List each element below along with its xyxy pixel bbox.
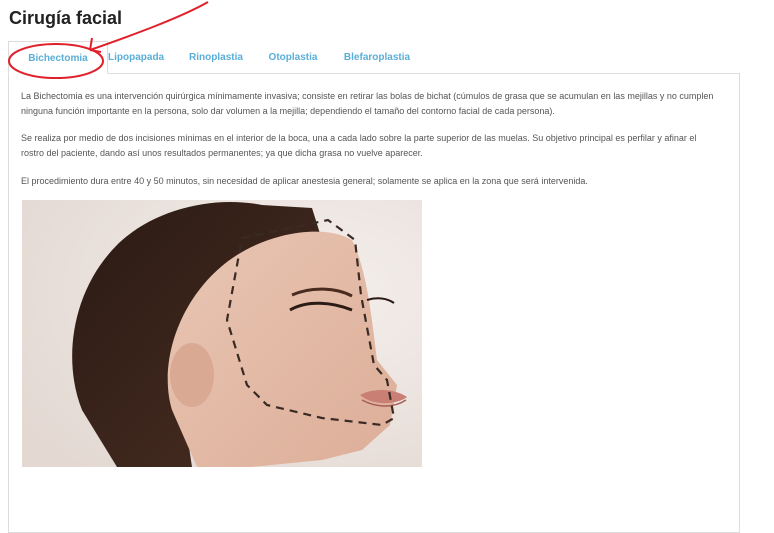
tab-blefaroplastia[interactable]: Blefaroplastia (342, 41, 412, 74)
paragraph-procedure: Se realiza por medio de dos incisiones m… (21, 133, 697, 158)
tab-lipopapada[interactable]: Lipopapada (108, 41, 164, 74)
paragraph-intro: La Bichectomia es una intervención quirú… (21, 91, 714, 116)
tab-rinoplastia[interactable]: Rinoplastia (186, 41, 246, 74)
tab-bar: Bichectomia Lipopapada Rinoplastia Otopl… (8, 41, 740, 74)
page-title: Cirugía facial (9, 8, 123, 28)
tab-bichectomia[interactable]: Bichectomia (8, 41, 108, 74)
tab-otoplastia[interactable]: Otoplastia (266, 41, 320, 74)
face-contour-photo (22, 200, 422, 467)
paragraph-duration: El procedimiento dura entre 40 y 50 minu… (21, 176, 588, 186)
